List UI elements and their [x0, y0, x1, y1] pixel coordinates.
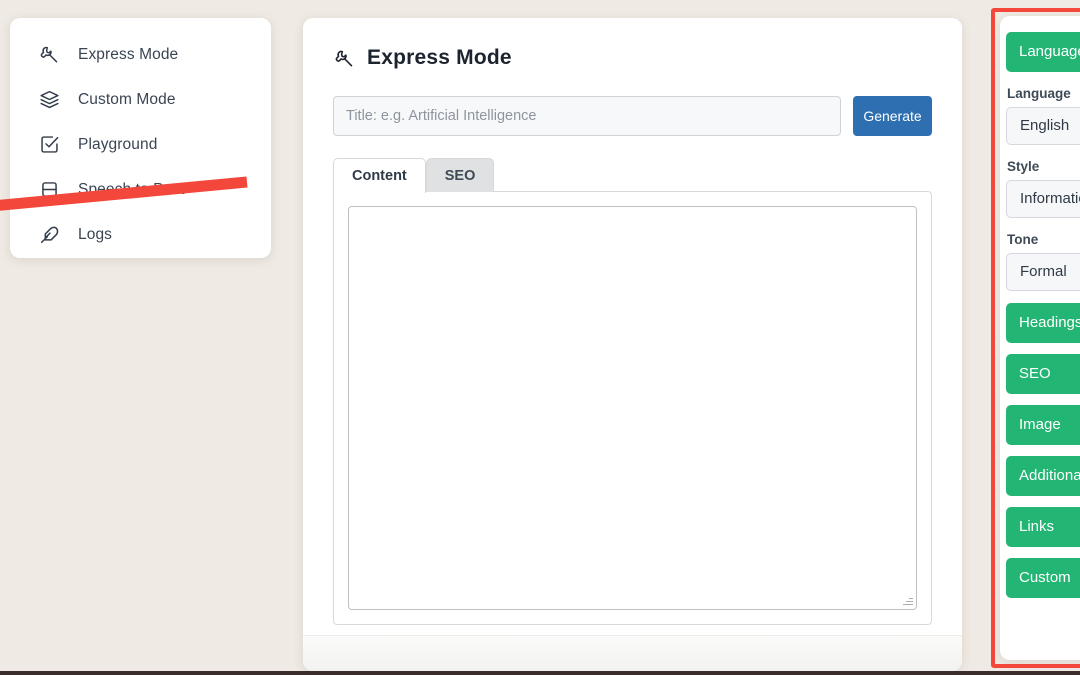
sidebar-item-logs[interactable]: Logs	[10, 212, 271, 257]
language-select[interactable]: English	[1006, 107, 1080, 145]
additional-button[interactable]: Additional	[1006, 456, 1080, 496]
wrench-icon	[38, 44, 60, 66]
headings-button[interactable]: Headings	[1006, 303, 1080, 343]
sidebar-item-label: Speech to Post	[78, 180, 185, 198]
left-nav-card: Express Mode Custom Mode Playground Spee…	[10, 18, 271, 258]
sidebar-item-label: Playground	[78, 135, 158, 153]
sidebar-item-label: Express Mode	[78, 45, 179, 63]
sidebar-item-playground[interactable]: Playground	[10, 122, 271, 167]
page-title-text: Express Mode	[367, 46, 512, 69]
settings-button-stack: Headings SEO Image Additional Links Cust…	[1006, 303, 1080, 598]
checkbox-check-icon	[38, 134, 60, 156]
main-card-footer	[303, 635, 962, 671]
custom-button[interactable]: Custom	[1006, 558, 1080, 598]
tab-seo[interactable]: SEO	[425, 158, 495, 192]
main-content-card: Express Mode Generate Content SEO	[303, 18, 962, 671]
page-title: Express Mode	[333, 46, 932, 70]
sidebar-item-speech-to-post[interactable]: Speech to Post	[10, 167, 271, 212]
database-icon	[38, 179, 60, 201]
tab-panel-content	[333, 191, 932, 625]
tab-content[interactable]: Content	[333, 158, 426, 193]
image-button[interactable]: Image	[1006, 405, 1080, 445]
title-generate-row: Generate	[333, 96, 932, 136]
screen-root: Express Mode Custom Mode Playground Spee…	[0, 0, 1080, 675]
tone-select[interactable]: Formal	[1006, 253, 1080, 291]
sidebar-item-express-mode[interactable]: Express Mode	[10, 32, 271, 77]
wrench-icon	[333, 47, 355, 69]
page-bottom-edge	[0, 671, 1080, 675]
field-label-language: Language	[1007, 86, 1071, 101]
feather-pen-icon	[38, 224, 60, 246]
field-label-tone: Tone	[1007, 232, 1039, 247]
right-settings-panel: Language Language English Style Informat…	[1000, 16, 1080, 660]
sidebar-item-label: Logs	[78, 225, 113, 243]
content-textarea[interactable]	[348, 206, 917, 610]
main-inner: Express Mode Generate Content SEO	[303, 18, 962, 625]
generate-button[interactable]: Generate	[853, 96, 932, 136]
links-button[interactable]: Links	[1006, 507, 1080, 547]
title-input[interactable]	[333, 96, 841, 136]
language-top-button[interactable]: Language	[1006, 32, 1080, 72]
sidebar-item-custom-mode[interactable]: Custom Mode	[10, 77, 271, 122]
sidebar-item-label: Custom Mode	[78, 90, 176, 108]
style-select[interactable]: Informational	[1006, 180, 1080, 218]
tab-bar: Content SEO	[333, 158, 932, 193]
field-label-style: Style	[1007, 159, 1040, 174]
seo-button[interactable]: SEO	[1006, 354, 1080, 394]
layers-icon	[38, 89, 60, 111]
